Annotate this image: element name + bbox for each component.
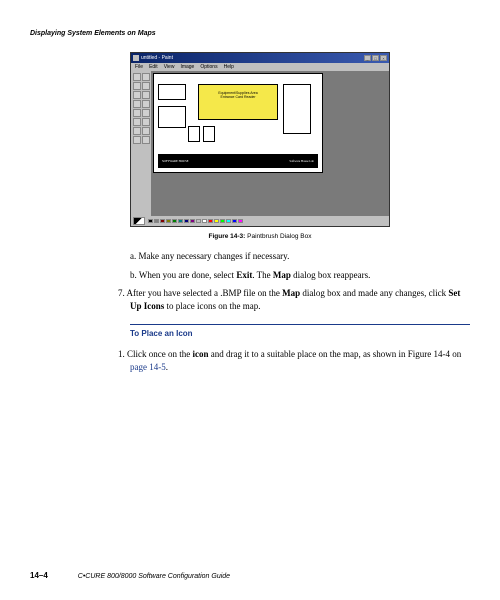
- section-divider: [130, 324, 470, 325]
- step-b-t3: dialog box reappears.: [291, 270, 370, 280]
- step-7-t1: After you have selected a .BMP file on t…: [127, 288, 283, 298]
- step-7-bold1: Map: [282, 288, 300, 298]
- color-swatch: [190, 219, 195, 223]
- tool-icon: [142, 100, 150, 108]
- color-swatch: [202, 219, 207, 223]
- color-swatch: [220, 219, 225, 223]
- room-computer: [283, 84, 311, 134]
- place-step-1-t2: and drag it to a suitable place on the m…: [209, 349, 462, 359]
- menu-edit: Edit: [149, 64, 158, 70]
- tool-icon: [142, 82, 150, 90]
- tool-icon: [142, 136, 150, 144]
- step-b-t1: When you are done, select: [139, 270, 236, 280]
- place-step-1-bold1: icon: [192, 349, 208, 359]
- color-swatch: [172, 219, 177, 223]
- tool-icon: [133, 100, 141, 108]
- menu-help: Help: [224, 64, 234, 70]
- room-small: [188, 126, 200, 142]
- page-header: Displaying System Elements on Maps: [30, 30, 470, 37]
- room-security: [158, 84, 186, 100]
- canvas-area: Equipment/Supplies Area Entrance Card Re…: [151, 71, 389, 216]
- color-swatch: [196, 219, 201, 223]
- menubar: File Edit View Image Options Help: [131, 63, 389, 71]
- footer-title: C•CURE 800/8000 Software Configuration G…: [78, 573, 230, 580]
- figure-caption: Figure 14-3: Paintbrush Dialog Box: [130, 233, 390, 240]
- menu-options: Options: [200, 64, 217, 70]
- step-b-bold1: Exit: [236, 270, 252, 280]
- color-swatch: [154, 219, 159, 223]
- header-title: Displaying System Elements on Maps: [30, 30, 156, 37]
- color-swatch: [238, 219, 243, 223]
- fp-footer-left: SOFTWARE HOUSE: [162, 159, 189, 163]
- page-link[interactable]: page 14-5: [130, 362, 166, 372]
- menu-image: Image: [180, 64, 194, 70]
- step-7-marker: 7.: [118, 288, 125, 298]
- step-b-t2: . The: [252, 270, 273, 280]
- color-palette: [131, 216, 389, 226]
- place-step-1-t3: .: [166, 362, 168, 372]
- content-body: a. Make any necessary changes if necessa…: [130, 250, 470, 374]
- figure-label: Figure 14-3:: [209, 233, 246, 240]
- step-7-t2: dialog box and made any changes, click: [300, 288, 448, 298]
- canvas: Equipment/Supplies Area Entrance Card Re…: [153, 73, 323, 173]
- step-a: a. Make any necessary changes if necessa…: [130, 250, 470, 263]
- tool-icon: [133, 118, 141, 126]
- room-conference: [158, 106, 186, 128]
- room-highlight-line2: Entrance Card Reader: [199, 95, 277, 99]
- color-swatch: [214, 219, 219, 223]
- place-step-1: 1. Click once on the icon and drag it to…: [118, 348, 470, 373]
- tool-icon: [133, 127, 141, 135]
- place-step-1-marker: 1.: [118, 349, 125, 359]
- figure-container: untitled - Paint _ □ × File Edit View Im…: [130, 52, 390, 227]
- tool-icon: [133, 82, 141, 90]
- tool-icon: [133, 73, 141, 81]
- step-a-marker: a.: [130, 251, 136, 261]
- close-icon: ×: [380, 55, 387, 61]
- color-swatch: [232, 219, 237, 223]
- tool-icon: [142, 118, 150, 126]
- step-b-bold2: Map: [273, 270, 291, 280]
- tool-icon: [142, 127, 150, 135]
- current-color-icon: [133, 217, 145, 225]
- app-icon: [133, 55, 139, 61]
- step-7-t3: to place icons on the map.: [164, 301, 260, 311]
- minimize-icon: _: [364, 55, 371, 61]
- color-swatch: [178, 219, 183, 223]
- toolbox: [131, 71, 151, 216]
- room-highlight: Equipment/Supplies Area Entrance Card Re…: [198, 84, 278, 120]
- step-b: b. When you are done, select Exit. The M…: [130, 269, 470, 282]
- titlebar: untitled - Paint _ □ ×: [131, 53, 389, 63]
- color-swatch: [184, 219, 189, 223]
- tool-icon: [133, 109, 141, 117]
- color-swatch: [148, 219, 153, 223]
- step-b-marker: b.: [130, 270, 137, 280]
- window-title: untitled - Paint: [141, 55, 173, 61]
- figure-caption-text: Paintbrush Dialog Box: [247, 233, 311, 240]
- tool-icon: [142, 73, 150, 81]
- paint-body: Equipment/Supplies Area Entrance Card Re…: [131, 71, 389, 216]
- color-swatch: [160, 219, 165, 223]
- fp-footer-right: Software House Lab: [289, 159, 314, 163]
- tool-icon: [133, 136, 141, 144]
- menu-view: View: [164, 64, 175, 70]
- page-number: 14–4: [30, 571, 48, 580]
- floorplan-footer: SOFTWARE HOUSE Software House Lab: [158, 154, 318, 168]
- page-footer: 14–4 C•CURE 800/8000 Software Configurat…: [30, 571, 470, 580]
- maximize-icon: □: [372, 55, 379, 61]
- color-swatch: [226, 219, 231, 223]
- color-swatch: [208, 219, 213, 223]
- floorplan: Equipment/Supplies Area Entrance Card Re…: [158, 78, 318, 168]
- tool-icon: [142, 109, 150, 117]
- section-heading: To Place an Icon: [130, 329, 470, 338]
- step-a-text: Make any necessary changes if necessary.: [139, 251, 290, 261]
- room-small: [203, 126, 215, 142]
- place-step-1-t1: Click once on the: [127, 349, 192, 359]
- step-7: 7. After you have selected a .BMP file o…: [118, 287, 470, 312]
- paint-window: untitled - Paint _ □ × File Edit View Im…: [130, 52, 390, 227]
- tool-icon: [142, 91, 150, 99]
- tool-icon: [133, 91, 141, 99]
- color-swatch: [166, 219, 171, 223]
- menu-file: File: [135, 64, 143, 70]
